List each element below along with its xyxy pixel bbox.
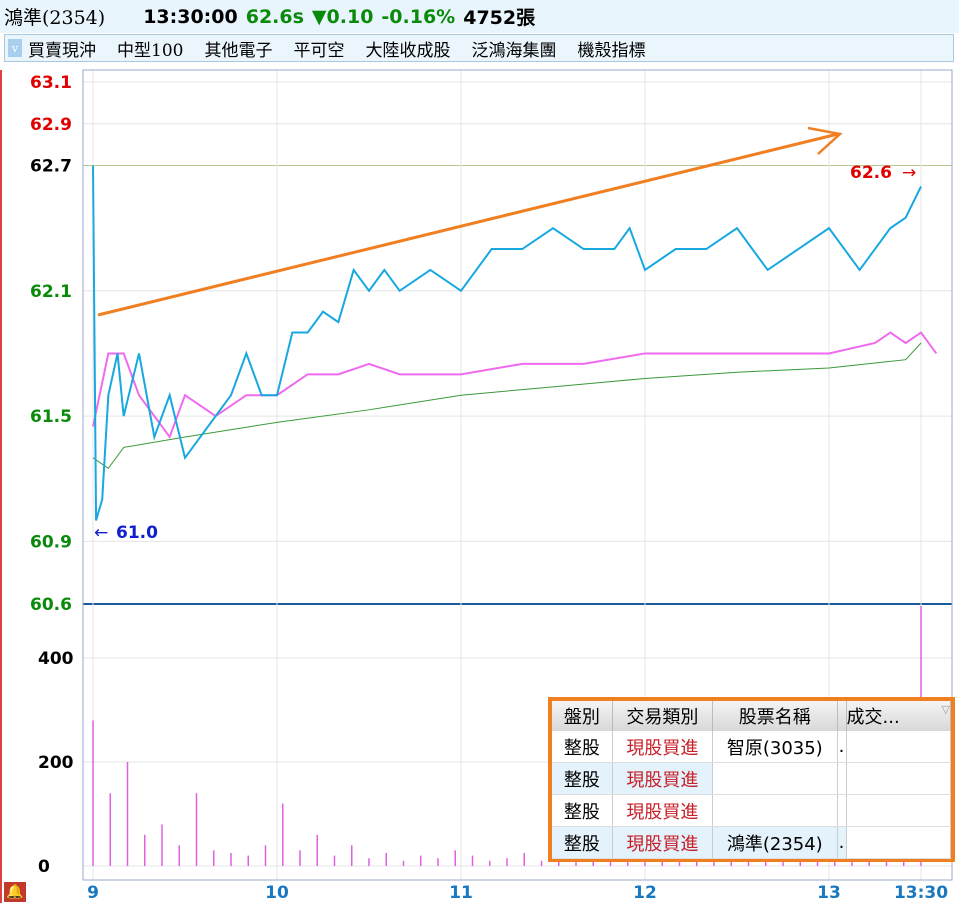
cell: 現股買進 <box>612 731 714 763</box>
category-tag[interactable]: 泛鴻海集團 <box>471 36 556 61</box>
col-header-label: 成交... <box>846 707 900 728</box>
y-tick-label: 60.6 <box>30 595 72 615</box>
x-tick-label: 13:30 <box>894 883 948 903</box>
y-tick-label: 62.9 <box>30 115 72 135</box>
high-label: 62.6 <box>850 163 892 183</box>
cell: 現股買進 <box>612 826 714 859</box>
left-arrow-icon: ← <box>94 523 108 543</box>
y-tick-label: 62.1 <box>30 282 72 302</box>
change-percent: -0.16% <box>381 5 456 28</box>
volume-tick-label: 200 <box>38 753 74 773</box>
sort-icon: ▽ <box>941 703 950 716</box>
average-line <box>92 342 922 469</box>
x-tick-label: 13 <box>817 883 841 903</box>
category-tag[interactable]: 中型100 <box>117 36 183 61</box>
trend-arrow <box>97 126 843 317</box>
col-header[interactable]: 成交... ▽ <box>846 701 951 731</box>
x-tick-label: 11 <box>449 883 473 903</box>
volume-tick-label: 0 <box>38 857 50 877</box>
cell: 現股買進 <box>612 762 714 795</box>
y-tick-label: 63.1 <box>30 73 72 93</box>
table-row[interactable]: 整股 現股買進 鴻準(2354). <box>552 826 951 859</box>
category-tag[interactable]: 其他電子 <box>204 36 272 61</box>
table-row[interactable]: 整股 現股買進 <box>552 762 951 795</box>
cell <box>712 794 838 827</box>
chevron-down-icon[interactable]: v <box>8 39 22 57</box>
cell: 現股買進 <box>612 794 714 827</box>
table-row[interactable]: 整股 現股買進 智原(3035). <box>552 731 951 763</box>
cell: 整股 <box>552 762 613 795</box>
y-tick-label: 60.9 <box>30 532 72 552</box>
category-tag[interactable]: 大陸收成股 <box>365 36 450 61</box>
category-tag[interactable]: 平可空 <box>293 36 344 61</box>
col-header[interactable]: 股票名稱 <box>712 701 838 731</box>
low-label: 61.0 <box>116 523 158 543</box>
total-volume: 4752張 <box>463 7 536 29</box>
cell: 整股 <box>552 794 613 827</box>
trade-list-table: 盤別 交易類別 股票名稱 成交... ▽ 整股 現股買進 智原(3035). 整股 現股買進 … <box>548 697 955 862</box>
category-tag[interactable]: 機殼指標 <box>577 36 645 61</box>
bell-icon[interactable]: 🔔 <box>4 882 26 902</box>
stock-name: 鴻準(2354) <box>4 7 106 29</box>
x-tick-label: 12 <box>633 883 657 903</box>
price-line <box>92 165 922 521</box>
y-tick-label: 61.5 <box>30 407 72 427</box>
volume-tick-label: 400 <box>38 649 74 669</box>
right-arrow-icon: → <box>902 163 916 183</box>
x-tick-label: 9 <box>87 883 99 903</box>
col-header[interactable]: 交易類別 <box>612 701 714 731</box>
down-arrow-icon: ▼ <box>311 5 327 28</box>
table-row[interactable]: 整股 現股買進 <box>552 794 951 827</box>
cell: 智原(3035) <box>712 731 838 763</box>
quote-time: 13:30:00 <box>143 5 238 28</box>
y-tick-label: 62.7 <box>30 157 72 177</box>
last-price: 62.6s <box>245 5 304 28</box>
category-tag[interactable]: 買賣現沖 <box>28 36 96 61</box>
cell: 鴻準(2354) <box>712 826 838 859</box>
col-header[interactable]: 盤別 <box>552 701 613 731</box>
x-tick-label: 10 <box>265 883 289 903</box>
index-line <box>92 331 938 440</box>
cell: 整股 <box>552 731 613 763</box>
cell <box>712 762 838 795</box>
cell: 整股 <box>552 826 613 859</box>
quote-header: 鴻準(2354) 13:30:00 62.6s ▼ 0.10 -0.16% 47… <box>0 0 959 33</box>
category-toolbar: v 買賣現沖 中型100 其他電子 平可空 大陸收成股 泛鴻海集團 機殼指標 <box>4 34 954 62</box>
price-change: 0.10 <box>326 5 374 28</box>
